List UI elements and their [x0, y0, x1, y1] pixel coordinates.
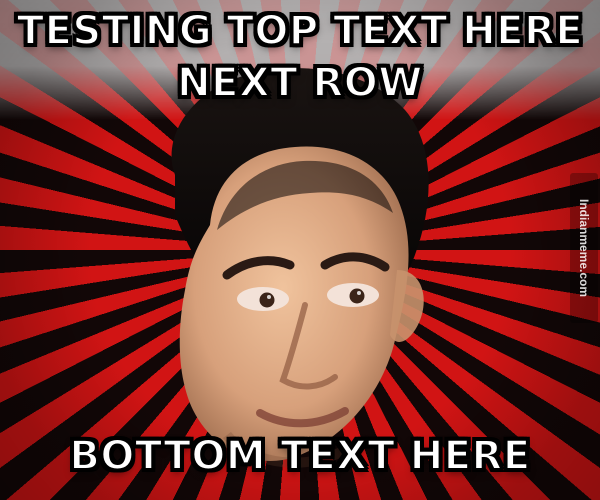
bottom-text: BOTTOM TEXT HERE — [68, 433, 531, 479]
meme-canvas: TESTING TOP TEXT HERE NEXT ROW BOTTOM TE… — [0, 0, 600, 500]
top-text-line-1: TESTING TOP TEXT HERE — [16, 8, 584, 54]
watermark: Indianmeme.com — [570, 173, 598, 323]
top-text-line-2: NEXT ROW — [176, 60, 423, 106]
watermark-text: Indianmeme.com — [577, 198, 591, 298]
